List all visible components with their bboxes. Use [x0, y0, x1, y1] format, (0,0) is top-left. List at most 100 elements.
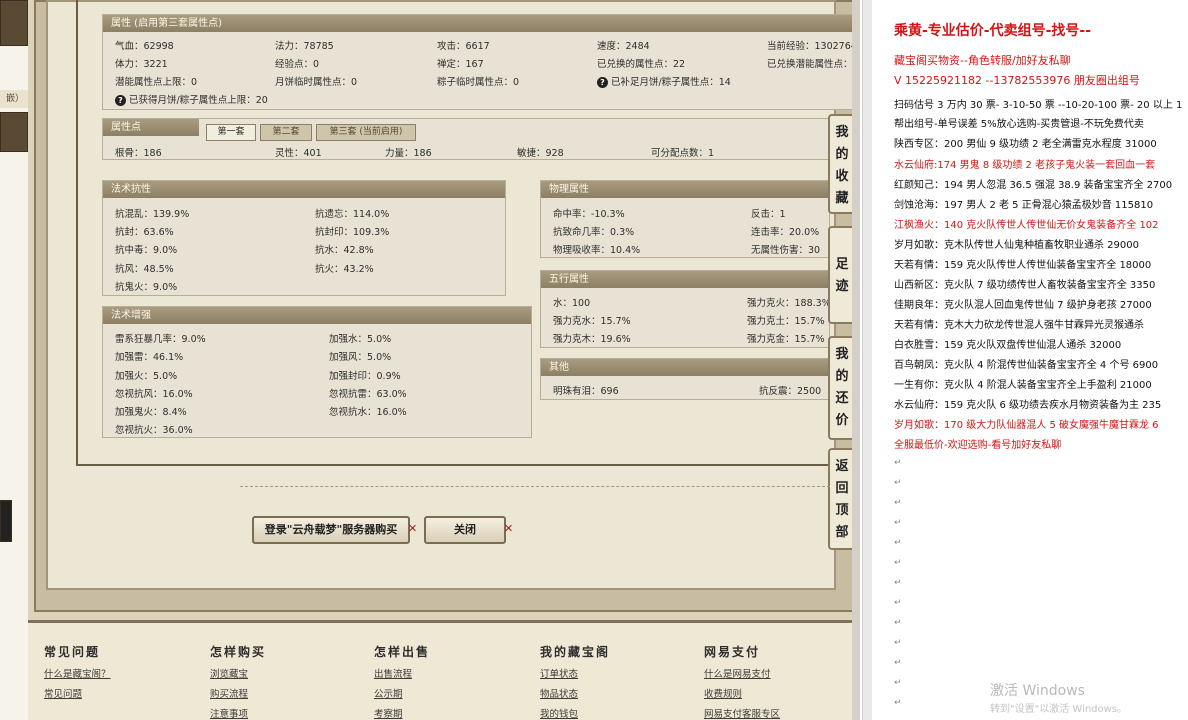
- boost-item: 加强水：5.0%: [329, 334, 392, 345]
- stat-stamina: 体力：3221: [115, 59, 168, 70]
- boost-item: 忽视抗水：16.0%: [329, 407, 407, 418]
- notepad-line: 天若有情：克木大力砍龙传世混人强牛甘霖异光灵猴通杀: [894, 320, 1144, 331]
- tab-set-3[interactable]: 第三套 (当前启用): [316, 124, 416, 141]
- footer-link[interactable]: 考察期: [374, 706, 430, 720]
- footer-heading: 怎样出售: [374, 645, 431, 659]
- notepad-line: 藏宝阁买物资--角色转服/加好友私聊: [894, 54, 1071, 67]
- help-icon[interactable]: ?: [115, 95, 126, 106]
- stat-exp-points: 经验点：0: [275, 59, 320, 70]
- footer-col-how-to-buy: 怎样购买 浏览藏宝 购买流程 注意事项: [210, 623, 266, 720]
- physical-item: 物理吸收率：10.4%: [553, 245, 641, 256]
- return-mark: ↵: [894, 678, 902, 688]
- boost-item: 加强封印：0.9%: [329, 371, 401, 382]
- footer-link[interactable]: 常见问题: [44, 686, 111, 700]
- background-page-edge: 嵌）: [0, 0, 30, 720]
- divider: [240, 486, 830, 487]
- footer-col-netease-pay: 网易支付 什么是网易支付 收费规则 网易支付客服专区: [704, 623, 780, 720]
- footer-link[interactable]: 什么是藏宝阁？: [44, 666, 111, 680]
- tab-set-2[interactable]: 第二套: [260, 124, 312, 141]
- notepad-line: 红颜知己：194 男人忽混 36.5 强混 38.9 装备宝宝齐全 2700: [894, 180, 1173, 191]
- notepad-line: 江枫渔火：140 克火队传世人传世仙无价女鬼装备齐全 102: [894, 220, 1159, 231]
- windows-activation-subtext: 转到"设置"以激活 Windows。: [990, 704, 1128, 715]
- close-x-icon: ✕: [408, 522, 418, 535]
- footer-link[interactable]: 浏览藏宝: [210, 666, 266, 680]
- notepad-line: 帮出组号-单号误差 5%放心选购-买贵管退-不玩免费代卖: [894, 119, 1144, 130]
- point-root: 根骨：186: [115, 148, 162, 159]
- side-button-label: 足迹: [835, 257, 849, 294]
- footer-col-faq: 常见问题 什么是藏宝阁？ 常见问题: [44, 623, 111, 700]
- boost-item: 加强雷：46.1%: [115, 352, 184, 363]
- footer-link[interactable]: 网易支付客服专区: [704, 706, 780, 720]
- side-button-label: 我的收藏: [835, 125, 849, 206]
- close-button[interactable]: 关闭: [424, 516, 506, 544]
- resist-item: 抗封印：109.3%: [315, 227, 390, 238]
- points-title: 属性点: [103, 119, 199, 136]
- physical-item: 反击：1: [751, 209, 786, 220]
- return-mark: ↵: [894, 698, 902, 708]
- attributes-title: 属性 (启用第三套属性点): [103, 15, 860, 32]
- footer-heading: 常见问题: [44, 645, 101, 659]
- element-item: 强力克水：15.7%: [553, 316, 631, 327]
- stat-exchanged-potential: 已兑换潜能属性点：6: [767, 59, 859, 70]
- notepad-line: V 15225921182 --13782553976 朋友圈出组号: [894, 74, 1140, 87]
- other-title: 其他: [541, 359, 829, 376]
- attributes-panel: 属性 (启用第三套属性点) 气血：62998 法力：78785 攻击：6617 …: [102, 14, 860, 110]
- background-tag: 嵌）: [0, 90, 30, 108]
- element-item: 强力克土：15.7%: [747, 316, 825, 327]
- notepad-line: 水云仙府:174 男鬼 8 级功绩 2 老孩子鬼火装一套回血一套: [894, 160, 1156, 171]
- footer-col-my-cbg: 我的藏宝阁 订单状态 物品状态 我的钱包: [540, 623, 610, 720]
- background-image: [0, 500, 12, 542]
- help-icon[interactable]: ?: [597, 77, 608, 88]
- stat-exchanged: 已兑换的属性点：22: [597, 59, 686, 70]
- element-item: 强力克火：188.3%: [747, 298, 831, 309]
- boost-item: 加强鬼火：8.4%: [115, 407, 187, 418]
- element-item: 强力克金：15.7%: [747, 334, 825, 345]
- login-server-buy-button[interactable]: 登录"云舟载梦"服务器购买: [252, 516, 410, 544]
- element-item: 水：100: [553, 298, 591, 309]
- resist-item: 抗混乱：139.9%: [115, 209, 190, 220]
- point-spirit: 灵性：401: [275, 148, 322, 159]
- notepad-line: 岁月如歌：170 级大力队仙器混人 5 破女魔强牛魔甘霖龙 6: [894, 420, 1159, 431]
- resist-item: 抗鬼火：9.0%: [115, 282, 178, 293]
- stat-zen: 禅定：167: [437, 59, 484, 70]
- footer-link[interactable]: 收费规则: [704, 686, 780, 700]
- footer-heading: 网易支付: [704, 645, 761, 659]
- physical-title: 物理属性: [541, 181, 829, 198]
- return-mark: ↵: [894, 558, 902, 568]
- background-thumbnail: [0, 0, 28, 46]
- physical-panel: 物理属性 命中率：-10.3% 反击：1 抗致命几率：0.3% 连击率：20.0…: [540, 180, 830, 258]
- resist-item: 抗中毒：9.0%: [115, 245, 178, 256]
- site-footer: 常见问题 什么是藏宝阁？ 常见问题 怎样购买 浏览藏宝 购买流程 注意事项 怎样…: [28, 620, 860, 720]
- footer-link[interactable]: 什么是网易支付: [704, 666, 780, 680]
- return-mark: ↵: [894, 658, 902, 668]
- notepad-line: 扫码估号 3 万内 30 票- 3-10-50 票 --10-20-100 票-…: [894, 100, 1183, 111]
- point-assignable: 可分配点数：1: [651, 148, 715, 159]
- stat-cap-note: ? 已获得月饼/粽子属性点上限：20: [115, 92, 268, 106]
- notepad-line: 岁月如歌：克木队传世人仙鬼种植畜牧职业通杀 29000: [894, 240, 1139, 251]
- footer-link[interactable]: 我的钱包: [540, 706, 610, 720]
- boost-item: 忽视抗雷：63.0%: [329, 389, 407, 400]
- stat-hp: 气血：62998: [115, 41, 174, 52]
- notepad-line: 一生有你：克火队 4 阶混人装备宝宝齐全上手盈利 21000: [894, 380, 1152, 391]
- return-mark: ↵: [894, 538, 902, 548]
- notepad-line: 百鸟朝凤：克火队 4 阶混传世仙装备宝宝齐全 4 个号 6900: [894, 360, 1159, 371]
- stat-refilled: ? 已补足月饼/粽子属性点：14: [597, 74, 731, 88]
- stat-speed: 速度：2484: [597, 41, 650, 52]
- stat-attack: 攻击：6617: [437, 41, 490, 52]
- tab-set-1[interactable]: 第一套: [206, 124, 256, 141]
- notepad-line: 水云仙府：159 克火队 6 级功绩去疾水月物资装备为主 235: [894, 400, 1162, 411]
- resist-item: 抗封：63.6%: [115, 227, 174, 238]
- side-button-label: 我的还价: [835, 347, 849, 428]
- footer-link[interactable]: 注意事项: [210, 706, 266, 720]
- other-panel: 其他 明珠有泪：696 抗反震：2500: [540, 358, 830, 400]
- boost-item: 加强火：5.0%: [115, 371, 178, 382]
- footer-link[interactable]: 购买流程: [210, 686, 266, 700]
- point-agility: 敏捷：928: [517, 148, 564, 159]
- resist-item: 抗风：48.5%: [115, 264, 174, 275]
- close-x-icon: ✕: [504, 522, 514, 535]
- footer-link[interactable]: 公示期: [374, 686, 430, 700]
- footer-link[interactable]: 出售流程: [374, 666, 430, 680]
- footer-link[interactable]: 订单状态: [540, 666, 610, 680]
- browser-scrollbar[interactable]: [852, 0, 860, 720]
- footer-link[interactable]: 物品状态: [540, 686, 610, 700]
